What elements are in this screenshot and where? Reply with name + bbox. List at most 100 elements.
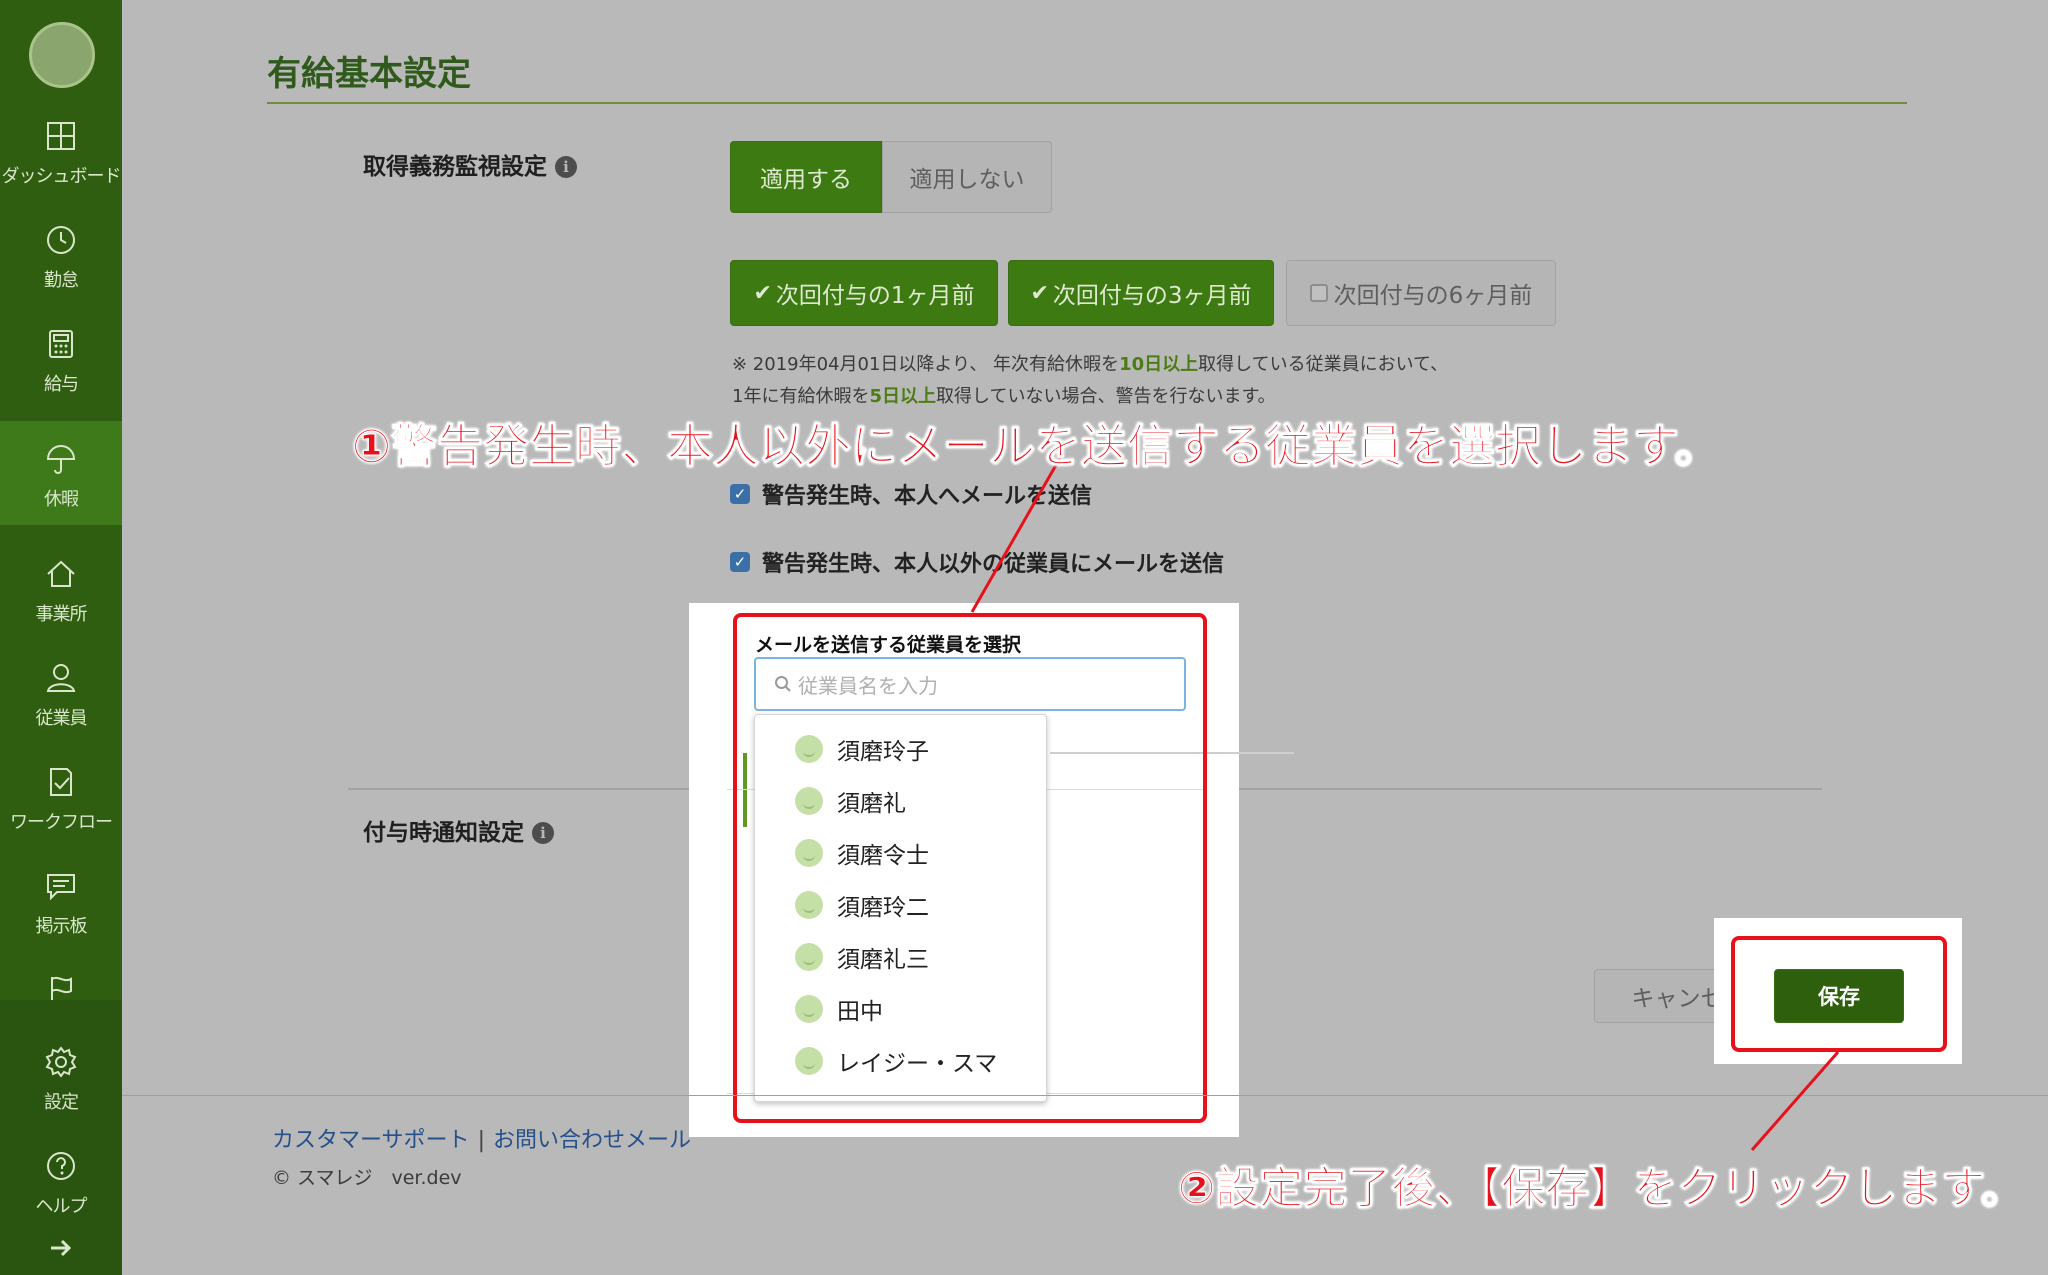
employee-name: 須磨玲子 bbox=[837, 739, 929, 765]
umbrella-icon bbox=[45, 443, 77, 475]
timing-6month-label: 次回付与の6ヶ月前 bbox=[1333, 283, 1533, 309]
sidebar-item-label: 給与 bbox=[44, 374, 79, 395]
not-apply-button[interactable]: 適用しない bbox=[882, 141, 1052, 213]
employee-search-placeholder: 従業員名を入力 bbox=[798, 673, 938, 698]
chat-icon bbox=[45, 870, 77, 902]
list-item[interactable]: 須磨玲二 bbox=[755, 879, 1048, 931]
avatar bbox=[795, 1047, 823, 1075]
save-button[interactable]: 保存 bbox=[1774, 969, 1904, 1023]
sidebar-item-office[interactable]: 事業所 bbox=[0, 536, 122, 640]
sidebar-item-label: 勤怠 bbox=[44, 270, 79, 291]
user-icon bbox=[45, 662, 77, 694]
notify-self-checkbox-row[interactable]: ✓ 警告発生時、本人へメールを送信 bbox=[730, 478, 1092, 510]
workflow-icon bbox=[45, 766, 77, 798]
sidebar-item-help[interactable]: ヘルプ bbox=[0, 1128, 122, 1232]
title-divider bbox=[267, 102, 1907, 104]
search-icon bbox=[775, 676, 791, 692]
employee-name: 田中 bbox=[837, 999, 883, 1025]
employee-name: レイジー・スマ bbox=[837, 1051, 998, 1077]
page-title: 有給基本設定 bbox=[267, 54, 471, 94]
user-avatar[interactable] bbox=[29, 22, 95, 88]
note-text: ※ 2019年04月01日以降より、 年次有給休暇を bbox=[732, 354, 1120, 375]
grant-notice-label-text: 付与時通知設定 bbox=[363, 820, 524, 846]
sidebar-item-leave[interactable]: 休暇 bbox=[0, 421, 122, 525]
clock-icon bbox=[45, 224, 77, 256]
employee-dropdown-list: 須磨玲子 須磨礼 須磨令士 須磨玲二 須磨礼三 田中 レイジー・スマ bbox=[754, 714, 1047, 1102]
list-item[interactable]: レイジー・スマ bbox=[755, 1035, 1048, 1087]
sidebar-item-label: 掲示板 bbox=[35, 916, 88, 937]
expand-arrow-icon[interactable] bbox=[45, 1236, 77, 1260]
employee-name: 須磨礼 bbox=[837, 791, 906, 817]
sidebar-item-label: ワークフロー bbox=[10, 812, 113, 833]
timing-1month-label: 次回付与の1ヶ月前 bbox=[775, 283, 975, 309]
list-item[interactable]: 田中 bbox=[755, 983, 1048, 1035]
sidebar-item-payroll[interactable]: 給与 bbox=[0, 306, 122, 410]
avatar bbox=[795, 995, 823, 1023]
obligation-note-line2: 1年に有給休暇を5日以上取得していない場合、警告を行ないます。 bbox=[732, 382, 1276, 408]
avatar bbox=[795, 943, 823, 971]
employee-search-input[interactable]: 従業員名を入力 bbox=[754, 657, 1186, 711]
employee-name: 須磨玲二 bbox=[837, 895, 929, 921]
obligation-label-text: 取得義務監視設定 bbox=[363, 154, 547, 180]
sidebar-item-workflow[interactable]: ワークフロー bbox=[0, 744, 122, 848]
note-highlight: 10日以上 bbox=[1119, 354, 1199, 375]
sidebar-item-board[interactable]: 掲示板 bbox=[0, 848, 122, 952]
footer-copyright: © スマレジ ver.dev bbox=[272, 1167, 462, 1189]
check-icon: ✔ bbox=[753, 280, 772, 306]
sidebar-item-label: 従業員 bbox=[35, 708, 88, 729]
info-icon[interactable]: i bbox=[532, 822, 554, 844]
dashboard-icon bbox=[45, 120, 77, 152]
note-highlight: 5日以上 bbox=[869, 386, 936, 407]
note-text: 取得していない場合、警告を行ないます。 bbox=[935, 386, 1276, 407]
notify-others-label: 警告発生時、本人以外の従業員にメールを送信 bbox=[762, 552, 1225, 577]
employee-name: 須磨礼三 bbox=[837, 947, 929, 973]
home-icon bbox=[45, 558, 77, 590]
annotation-step2: ②設定完了後、【保存】をクリックします。 bbox=[1178, 1163, 2026, 1215]
save-button-label: 保存 bbox=[1818, 985, 1860, 1009]
note-text: 1年に有給休暇を bbox=[732, 386, 870, 407]
list-item[interactable]: 須磨礼三 bbox=[755, 931, 1048, 983]
obligation-note-line1: ※ 2019年04月01日以降より、 年次有給休暇を10日以上取得している従業員… bbox=[732, 350, 1448, 376]
sidebar-item-attendance[interactable]: 勤怠 bbox=[0, 202, 122, 306]
checkbox-checked-icon[interactable]: ✓ bbox=[730, 552, 750, 572]
apply-button[interactable]: 適用する bbox=[730, 141, 882, 213]
list-item[interactable]: 須磨令士 bbox=[755, 827, 1048, 879]
timing-3month-toggle[interactable]: ✔ 次回付与の3ヶ月前 bbox=[1008, 260, 1274, 326]
timing-6month-toggle[interactable]: 次回付与の6ヶ月前 bbox=[1286, 260, 1556, 326]
sidebar-item-settings[interactable]: 設定 bbox=[0, 1024, 122, 1128]
sidebar-item-employees[interactable]: 従業員 bbox=[0, 640, 122, 744]
footer-links: カスタマーサポート | お問い合わせメール bbox=[272, 1122, 691, 1154]
footer-divider bbox=[122, 1095, 2048, 1096]
footer-separator: | bbox=[477, 1128, 485, 1153]
sidebar-item-label: ヘルプ bbox=[35, 1196, 88, 1217]
avatar bbox=[795, 839, 823, 867]
timing-3month-label: 次回付与の3ヶ月前 bbox=[1052, 283, 1252, 309]
sidebar: ダッシュボード 勤怠 給与 休暇 事業所 従業員 ワークフロー 掲示板 設定 ヘ… bbox=[0, 0, 122, 1275]
sidebar-item-dashboard[interactable]: ダッシュボード bbox=[0, 98, 122, 202]
contact-mail-link[interactable]: お問い合わせメール bbox=[493, 1128, 691, 1153]
list-item[interactable]: 須磨礼 bbox=[755, 775, 1048, 827]
avatar bbox=[795, 787, 823, 815]
timing-1month-toggle[interactable]: ✔ 次回付与の1ヶ月前 bbox=[730, 260, 998, 326]
list-item[interactable]: 須磨玲子 bbox=[755, 723, 1048, 775]
sidebar-item-label: 設定 bbox=[44, 1092, 79, 1113]
help-icon bbox=[45, 1150, 77, 1182]
obligation-section-label: 取得義務監視設定 i bbox=[363, 147, 577, 181]
sidebar-item-label: 事業所 bbox=[35, 604, 88, 625]
sidebar-item-label: 休暇 bbox=[44, 489, 79, 510]
annotation-step1: ①警告発生時、本人以外にメールを送信する従業員を選択します。 bbox=[351, 419, 1721, 474]
customer-support-link[interactable]: カスタマーサポート bbox=[272, 1128, 470, 1153]
notify-self-label: 警告発生時、本人へメールを送信 bbox=[762, 484, 1093, 509]
checkbox-checked-icon[interactable]: ✓ bbox=[730, 484, 750, 504]
note-text: 取得している従業員において、 bbox=[1198, 354, 1449, 375]
employee-select-label: メールを送信する従業員を選択 bbox=[755, 634, 1022, 656]
notify-others-checkbox-row[interactable]: ✓ 警告発生時、本人以外の従業員にメールを送信 bbox=[730, 546, 1224, 578]
apply-button-label: 適用する bbox=[760, 167, 852, 193]
info-icon[interactable]: i bbox=[555, 156, 577, 178]
employee-name: 須磨令士 bbox=[837, 843, 929, 869]
not-apply-button-label: 適用しない bbox=[909, 167, 1025, 193]
calculator-icon bbox=[45, 328, 77, 360]
gear-icon bbox=[45, 1046, 77, 1078]
unchecked-box-icon bbox=[1309, 284, 1328, 302]
check-icon: ✔ bbox=[1030, 280, 1049, 306]
